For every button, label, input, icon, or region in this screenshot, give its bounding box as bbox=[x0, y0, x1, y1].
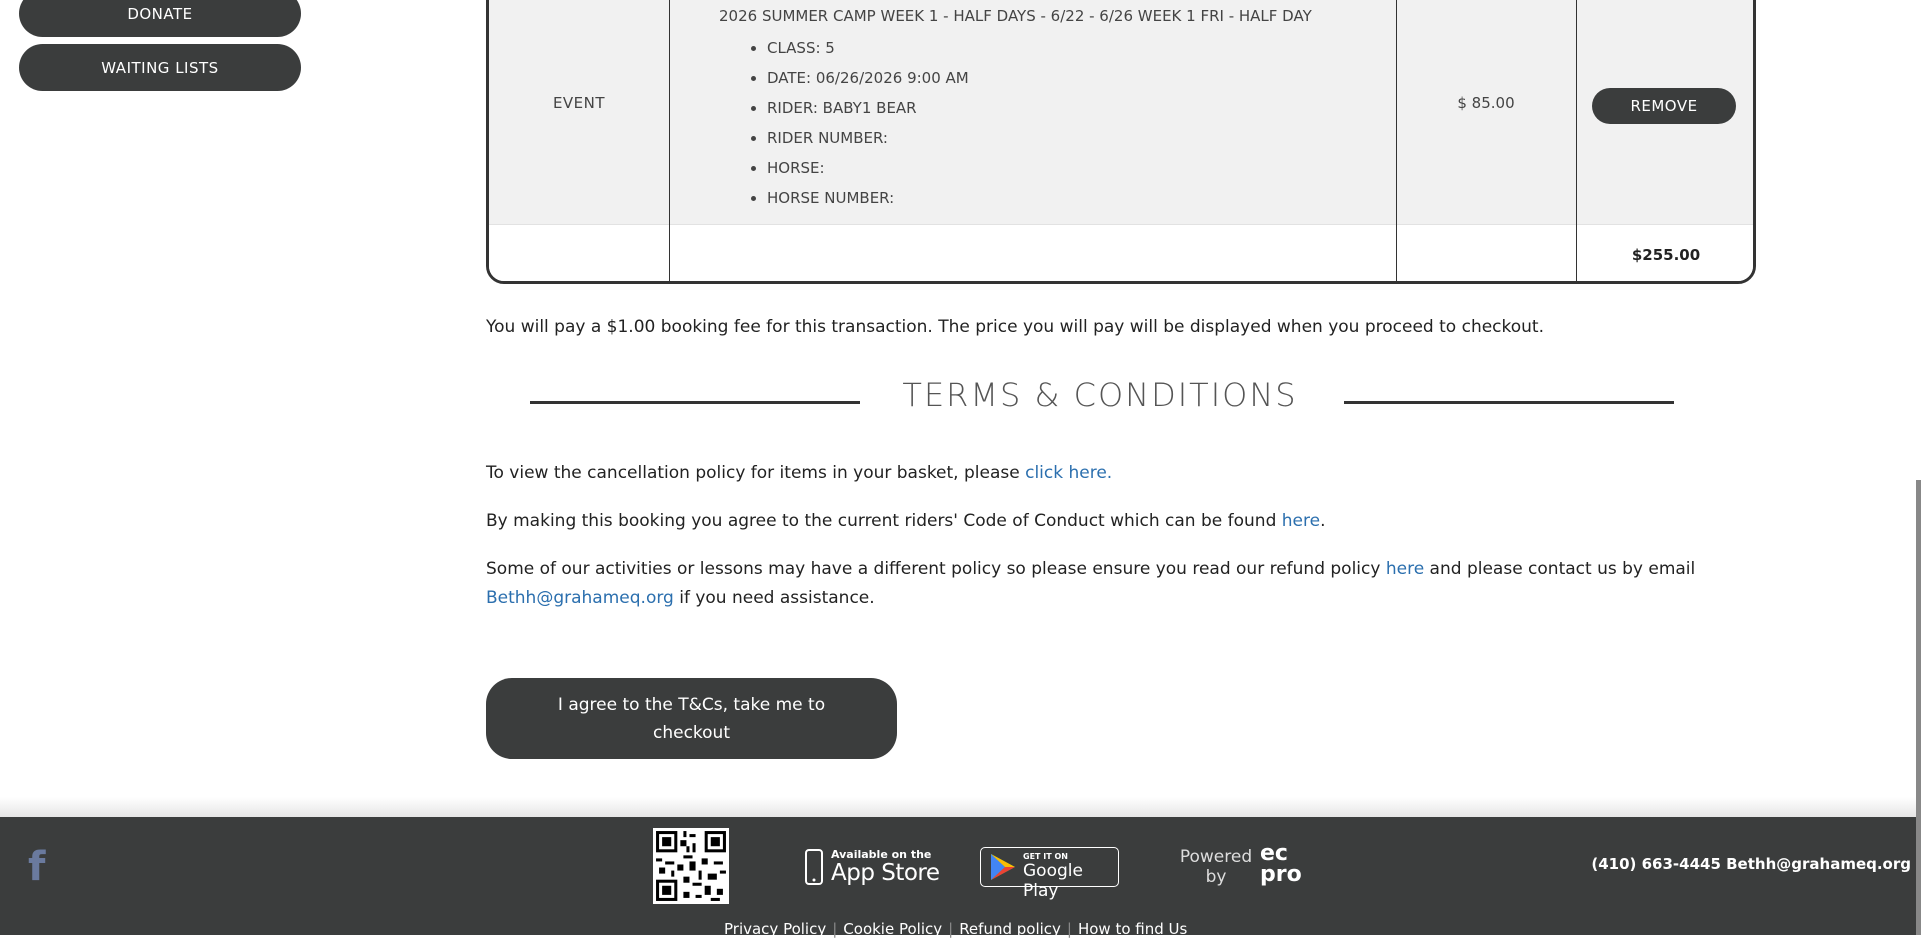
contact-info: (410) 663-4445 Bethh@grahameq.org bbox=[1591, 855, 1911, 873]
cancellation-policy-text: To view the cancellation policy for item… bbox=[486, 459, 1112, 488]
remove-button[interactable]: REMOVE bbox=[1592, 88, 1736, 124]
column-divider bbox=[1396, 0, 1397, 281]
column-divider bbox=[669, 0, 670, 281]
column-divider bbox=[1576, 0, 1577, 281]
conduct-end: . bbox=[1320, 511, 1326, 531]
cookie-policy-link[interactable]: Cookie Policy bbox=[843, 920, 942, 938]
google-play-small: GET IT ON bbox=[1023, 852, 1068, 861]
footer-shadow bbox=[0, 797, 1921, 817]
footer: f Available on the App Store GET IT ON G… bbox=[0, 817, 1921, 938]
detail-class: CLASS: 5 bbox=[767, 33, 1419, 63]
basket-total: $255.00 bbox=[1631, 246, 1701, 264]
code-of-conduct-text: By making this booking you agree to the … bbox=[486, 507, 1325, 536]
refund-link[interactable]: here bbox=[1386, 559, 1424, 579]
item-type: EVENT bbox=[552, 93, 606, 112]
basket-table: EVENT 2026 SUMMER CAMP WEEK 1 - HALF DAY… bbox=[486, 0, 1756, 284]
detail-horse: HORSE: bbox=[767, 153, 1419, 183]
email-link[interactable]: Bethh@grahameq.org bbox=[486, 588, 674, 608]
agree-checkout-button[interactable]: I agree to the T&Cs, take me to checkout bbox=[486, 678, 897, 759]
table-row: EVENT 2026 SUMMER CAMP WEEK 1 - HALF DAY… bbox=[489, 0, 1753, 224]
qr-code-icon bbox=[653, 828, 729, 904]
divider bbox=[530, 401, 860, 404]
footer-links: Privacy Policy | Cookie Policy | Refund poli… bbox=[724, 920, 1187, 938]
total-row: $255.00 bbox=[489, 224, 1753, 281]
refund-policy-text: Some of our activities or lessons may ha… bbox=[486, 555, 1726, 613]
google-play-big: Google Play bbox=[1023, 861, 1083, 901]
item-price: $ 85.00 bbox=[1457, 93, 1515, 112]
link-separator: | bbox=[832, 920, 838, 938]
cancellation-link[interactable]: click here. bbox=[1025, 463, 1112, 483]
google-play-badge[interactable]: GET IT ON Google Play bbox=[980, 847, 1119, 901]
app-store-big: App Store bbox=[831, 860, 940, 886]
detail-rider: RIDER: BABY1 BEAR bbox=[767, 93, 1419, 123]
donate-button[interactable]: DONATE bbox=[19, 0, 301, 37]
ecpro-logo[interactable]: ec pro bbox=[1260, 841, 1302, 887]
refund-end: if you need assistance. bbox=[673, 588, 875, 608]
play-icon bbox=[991, 854, 1015, 880]
booking-fee-text: You will pay a $1.00 booking fee for thi… bbox=[486, 317, 1545, 337]
refund-policy-link[interactable]: Refund policy bbox=[959, 920, 1061, 938]
item-details: 2026 SUMMER CAMP WEEK 1 - HALF DAYS - 6/… bbox=[719, 5, 1419, 213]
powered-by-text: Powered by bbox=[1179, 847, 1253, 887]
detail-rider-number: RIDER NUMBER: bbox=[767, 123, 1419, 153]
logo-ec: ec bbox=[1260, 841, 1288, 866]
app-store-badge[interactable]: Available on the App Store bbox=[803, 847, 943, 887]
link-separator: | bbox=[1066, 920, 1072, 938]
event-title: 2026 SUMMER CAMP WEEK 1 - HALF DAYS - 6/… bbox=[719, 7, 1312, 25]
scrollbar[interactable] bbox=[1916, 480, 1921, 935]
refund-text: Some of our activities or lessons may ha… bbox=[486, 559, 1386, 579]
link-separator: | bbox=[948, 920, 954, 938]
facebook-icon[interactable]: f bbox=[28, 847, 58, 887]
conduct-text: By making this booking you agree to the … bbox=[486, 511, 1282, 531]
cancellation-text: To view the cancellation policy for item… bbox=[486, 463, 1026, 483]
privacy-policy-link[interactable]: Privacy Policy bbox=[724, 920, 826, 938]
detail-date: DATE: 06/26/2026 9:00 AM bbox=[767, 63, 1419, 93]
terms-title: TERMS & CONDITIONS bbox=[902, 376, 1298, 414]
logo-pro: pro bbox=[1260, 862, 1302, 887]
detail-horse-number: HORSE NUMBER: bbox=[767, 183, 1419, 213]
waiting-lists-button[interactable]: WAITING LISTS bbox=[19, 44, 301, 91]
divider bbox=[1344, 401, 1674, 404]
conduct-link[interactable]: here bbox=[1282, 511, 1320, 531]
how-to-find-us-link[interactable]: How to find Us bbox=[1078, 920, 1187, 938]
refund-mid: and please contact us by email bbox=[1424, 559, 1696, 579]
detail-list: CLASS: 5 DATE: 06/26/2026 9:00 AM RIDER:… bbox=[719, 33, 1419, 213]
phone-icon bbox=[805, 849, 823, 885]
